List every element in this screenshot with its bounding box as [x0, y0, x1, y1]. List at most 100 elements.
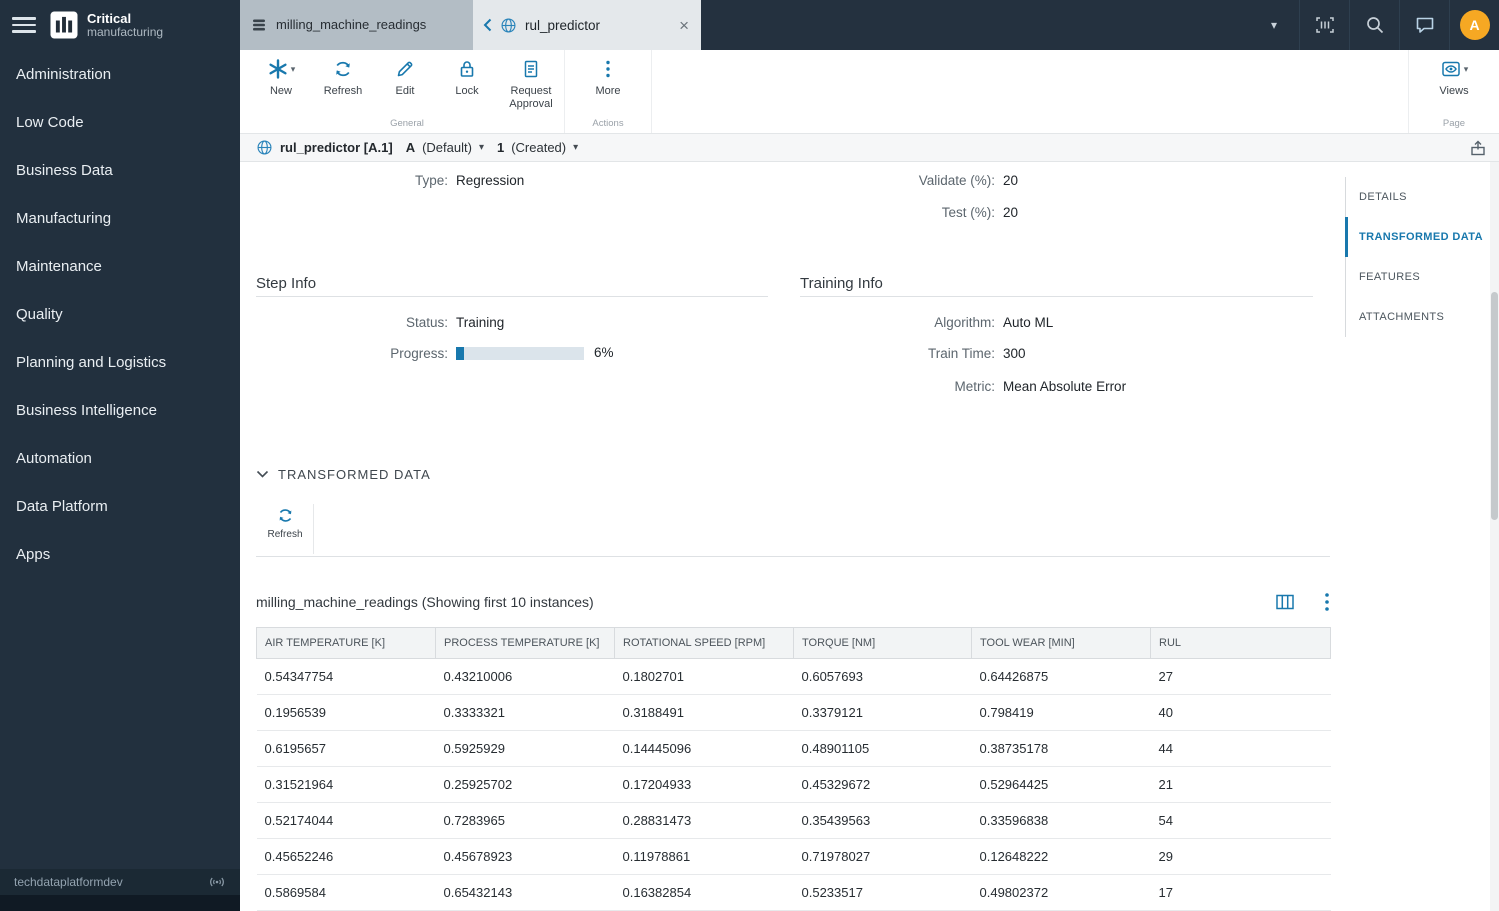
edit-button[interactable]: Edit	[374, 57, 436, 117]
table-more-button[interactable]	[1324, 591, 1330, 613]
views-button[interactable]: ▾ Views	[1423, 57, 1485, 117]
table-row[interactable]: 0.521740440.72839650.288314730.354395630…	[257, 803, 1331, 839]
columns-settings-button[interactable]	[1274, 591, 1296, 613]
tab-features[interactable]: FEATURES	[1345, 257, 1493, 297]
sidebar-item-quality[interactable]: Quality	[0, 290, 240, 338]
new-button[interactable]: ▾ New	[250, 57, 312, 117]
open-in-new-button[interactable]	[1469, 139, 1487, 160]
refresh-button[interactable]: Refresh	[312, 57, 374, 117]
table-cell: 0.35439563	[794, 803, 972, 839]
transformed-data-section-toggle[interactable]: TRANSFORMED DATA	[256, 467, 431, 482]
menu-icon[interactable]	[12, 17, 36, 32]
sidebar-item-data-platform[interactable]: Data Platform	[0, 482, 240, 530]
content: Type: Regression Validate (%): 20 Test (…	[240, 162, 1499, 911]
barcode-scan-button[interactable]	[1299, 0, 1349, 50]
table-cell: 21	[1151, 767, 1331, 803]
table-cell: 0.3379121	[794, 695, 972, 731]
table-row[interactable]: 0.543477540.432100060.18027010.60576930.…	[257, 659, 1331, 695]
table-row[interactable]: 0.61956570.59259290.144450960.489011050.…	[257, 731, 1331, 767]
algorithm-field: Algorithm: Auto ML	[805, 314, 1053, 332]
table-cell: 0.54347754	[257, 659, 436, 695]
column-header[interactable]: RUL	[1151, 628, 1331, 659]
progress-fill	[456, 347, 464, 360]
kebab-vertical-icon	[597, 58, 619, 80]
chevron-down-icon[interactable]: ▾	[1249, 18, 1299, 32]
column-header[interactable]: PROCESS TEMPERATURE [K]	[436, 628, 615, 659]
table-cell: 0.17204933	[615, 767, 794, 803]
sidebar-item-business-intelligence[interactable]: Business Intelligence	[0, 386, 240, 434]
progress-label: Progress:	[258, 345, 448, 363]
table-cell: 0.45678923	[436, 839, 615, 875]
more-button[interactable]: More	[577, 57, 639, 117]
table-cell: 44	[1151, 731, 1331, 767]
table-row[interactable]: 0.19565390.33333210.31884910.33791210.79…	[257, 695, 1331, 731]
section-refresh-button[interactable]: Refresh	[256, 506, 314, 540]
test-label: Test (%):	[805, 204, 995, 222]
tab-attachments[interactable]: ATTACHMENTS	[1345, 297, 1493, 337]
search-button[interactable]	[1349, 0, 1399, 50]
table-header-row: AIR TEMPERATURE [K]PROCESS TEMPERATURE […	[257, 628, 1331, 659]
lock-button[interactable]: Lock	[436, 57, 498, 117]
status-label: Status:	[258, 314, 448, 332]
table-row[interactable]: 0.315219640.259257020.172049330.45329672…	[257, 767, 1331, 803]
column-header[interactable]: ROTATIONAL SPEED [RPM]	[615, 628, 794, 659]
back-chevron-icon[interactable]	[483, 18, 492, 32]
tab-transformed-data[interactable]: TRANSFORMED DATA	[1345, 217, 1493, 257]
close-icon[interactable]: ×	[677, 17, 691, 34]
sidebar-item-apps[interactable]: Apps	[0, 530, 240, 578]
table-cell: 0.25925702	[436, 767, 615, 803]
data-grid: AIR TEMPERATURE [K]PROCESS TEMPERATURE […	[256, 627, 1331, 911]
table-cell: 0.33596838	[972, 803, 1151, 839]
scrollbar-thumb[interactable]	[1491, 292, 1498, 520]
column-header[interactable]: AIR TEMPERATURE [K]	[257, 628, 436, 659]
sidebar-item-business-data[interactable]: Business Data	[0, 146, 240, 194]
user-menu[interactable]: A	[1449, 0, 1499, 50]
column-header[interactable]: TOOL WEAR [MIN]	[972, 628, 1151, 659]
sidebar-bottom-strip	[0, 895, 240, 911]
version-dropdown[interactable]: ▾	[479, 142, 484, 153]
request-approval-button[interactable]: Request Approval	[498, 57, 564, 117]
sidebar-item-planning-and-logistics[interactable]: Planning and Logistics	[0, 338, 240, 386]
table-cell: 0.48901105	[794, 731, 972, 767]
tab-details[interactable]: DETAILS	[1345, 177, 1493, 217]
kebab-vertical-icon	[1324, 591, 1330, 613]
document-icon	[520, 58, 542, 80]
avatar[interactable]: A	[1460, 10, 1490, 40]
toolbar-group-actions: More Actions	[565, 50, 652, 133]
sidebar-item-administration[interactable]: Administration	[0, 50, 240, 98]
globe-icon	[500, 17, 517, 34]
sidebar-item-manufacturing[interactable]: Manufacturing	[0, 194, 240, 242]
sidebar-item-automation[interactable]: Automation	[0, 434, 240, 482]
table-cell: 0.1956539	[257, 695, 436, 731]
sidebar-footer: techdataplatformdev	[0, 869, 240, 895]
progress-field: Progress:	[258, 345, 448, 363]
page-title: rul_predictor [A.1]	[280, 140, 393, 155]
table-body: 0.543477540.432100060.18027010.60576930.…	[257, 659, 1331, 911]
lock-button-label: Lock	[455, 85, 478, 98]
sidebar-item-maintenance[interactable]: Maintenance	[0, 242, 240, 290]
sidebar-item-low-code[interactable]: Low Code	[0, 98, 240, 146]
table-cell: 0.1802701	[615, 659, 794, 695]
chat-button[interactable]	[1399, 0, 1449, 50]
table-cell: 0.28831473	[615, 803, 794, 839]
test-field: Test (%): 20	[805, 204, 1018, 222]
table-cell: 0.71978027	[794, 839, 972, 875]
columns-icon	[1274, 591, 1296, 613]
algorithm-value: Auto ML	[1003, 314, 1053, 332]
algorithm-label: Algorithm:	[805, 314, 995, 332]
connection-icon[interactable]	[208, 875, 226, 889]
tab-rul-predictor[interactable]: rul_predictor ×	[473, 0, 701, 50]
table-cell: 0.31521964	[257, 767, 436, 803]
table-row[interactable]: 0.58695840.654321430.163828540.52335170.…	[257, 875, 1331, 911]
tab-milling-machine-readings[interactable]: milling_machine_readings	[240, 0, 473, 50]
revision-dropdown[interactable]: ▾	[573, 142, 578, 153]
sidebar-header: Critical manufacturing	[0, 0, 240, 50]
entity-icon	[250, 16, 268, 34]
table-cell: 0.5233517	[794, 875, 972, 911]
column-header[interactable]: TORQUE [NM]	[794, 628, 972, 659]
edit-icon	[394, 58, 416, 80]
table-cell: 0.65432143	[436, 875, 615, 911]
table-row[interactable]: 0.456522460.456789230.119788610.71978027…	[257, 839, 1331, 875]
scrollbar[interactable]	[1490, 162, 1499, 911]
table-cell: 0.12648222	[972, 839, 1151, 875]
